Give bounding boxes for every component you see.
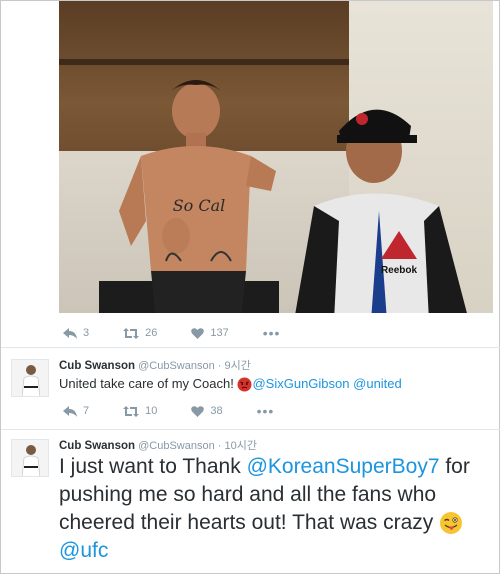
locker-shelf [59, 59, 349, 65]
winking-tongue-face-icon [440, 512, 463, 535]
tweet-text-body: I just want to Thank [59, 455, 241, 478]
timestamp[interactable]: 9시간 [225, 360, 251, 372]
coach-figure: Reebok [295, 109, 467, 313]
retweet-icon [123, 327, 140, 339]
tweet-2: Cub Swanson @CubSwanson · 10시간 I just wa… [1, 429, 500, 574]
user-handle[interactable]: @CubSwanson [138, 440, 215, 452]
retweet-count: 10 [145, 405, 158, 417]
more-options-button[interactable]: ••• [257, 403, 275, 419]
tweet-text-body: United take care of my Coach! [59, 376, 234, 391]
tweet-thread-frame: So Cal Reebok 3 26 137 ••• Cub Swanson @… [0, 0, 500, 574]
avatar[interactable] [11, 359, 49, 397]
like-count: 38 [210, 405, 223, 417]
retweet-icon [123, 405, 140, 417]
avatar[interactable] [11, 439, 49, 477]
timestamp[interactable]: 10시간 [225, 440, 257, 452]
heart-icon [191, 405, 205, 417]
tweet-header: Cub Swanson @CubSwanson · 9시간 [59, 357, 251, 373]
tweet-1: Cub Swanson @CubSwanson · 9시간 United tak… [1, 347, 500, 431]
reply-button[interactable]: 7 [63, 405, 89, 417]
heart-icon [191, 327, 205, 339]
mention-link[interactable]: @SixGunGibson [252, 376, 349, 391]
like-button[interactable]: 38 [191, 405, 223, 417]
display-name[interactable]: Cub Swanson [59, 360, 135, 372]
tweet-text: I just want to Thank @KoreanSuperBoy7 fo… [59, 453, 489, 565]
fighter-figure: So Cal [119, 80, 276, 313]
reply-button[interactable]: 3 [63, 327, 89, 339]
mention-link[interactable]: @united [353, 376, 402, 391]
shirt-brand-text: Reebok [381, 265, 418, 276]
user-handle[interactable]: @CubSwanson [138, 360, 215, 372]
photo-tweet-actions: 3 26 137 ••• [63, 325, 280, 341]
retweet-button[interactable]: 10 [123, 405, 157, 417]
tweet-text: United take care of my Coach! @SixGunGib… [59, 376, 402, 392]
retweet-button[interactable]: 26 [123, 327, 157, 339]
mention-link[interactable]: @KoreanSuperBoy7 [247, 455, 440, 478]
reply-icon [63, 327, 77, 339]
avatar-image [12, 440, 48, 476]
display-name[interactable]: Cub Swanson [59, 440, 135, 452]
like-button[interactable]: 137 [191, 327, 229, 339]
reply-icon [63, 405, 77, 417]
avatar-image [12, 360, 48, 396]
chest-tattoo-text: So Cal [173, 196, 226, 215]
tweet-header: Cub Swanson @CubSwanson · 10시간 [59, 437, 257, 453]
like-count: 137 [210, 327, 229, 339]
tweet-photo[interactable]: So Cal Reebok [59, 1, 493, 313]
angry-face-icon [237, 377, 252, 392]
separator: · [217, 440, 222, 452]
separator: · [217, 360, 222, 372]
mention-link[interactable]: @ufc [59, 539, 108, 562]
tweet-actions: 7 10 38 ••• [63, 403, 274, 419]
reply-count: 3 [83, 327, 90, 339]
retweet-count: 26 [145, 327, 158, 339]
more-options-button[interactable]: ••• [263, 325, 281, 341]
reply-count: 7 [83, 405, 90, 417]
